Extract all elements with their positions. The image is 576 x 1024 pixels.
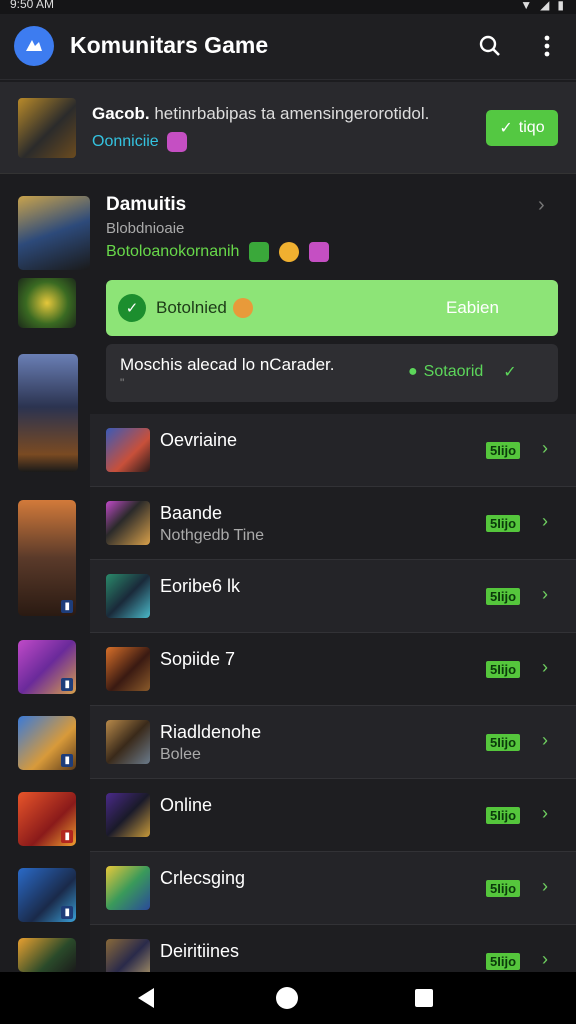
price-badge: 5Iijo (486, 734, 521, 751)
notice-subtext: " (120, 376, 125, 390)
notice-card[interactable]: Moschis alecad lo nCarader. " ● Sotaorid… (106, 344, 558, 402)
level-badge: ▮ (61, 754, 73, 767)
emoji-icon (232, 298, 253, 318)
price-badge: 5Iijo (486, 588, 521, 605)
check-circle-icon: ✓ (118, 294, 146, 322)
banner-text: Gacob. hetinrbabipas ta amensingerorotid… (92, 104, 430, 123)
list-item-title: Oevriaine (160, 430, 238, 450)
wifi-icon: ▼ (520, 0, 533, 12)
list-item-subtitle: Nothgedb Tine (160, 527, 265, 544)
detail-tags: Botoloanokornanih (106, 242, 330, 262)
price-badge: 5Iijo (486, 442, 521, 459)
price-badge: 5Iijo (486, 661, 521, 678)
notice-text: Moschis alecad lo nCarader. (120, 355, 335, 374)
game-thumbnail (106, 501, 150, 545)
chevron-right-icon[interactable]: › (542, 657, 548, 678)
shield-check-icon: ● (408, 363, 418, 380)
pink-badge-icon (166, 132, 187, 152)
chevron-right-icon[interactable]: › (542, 438, 548, 459)
status-card-label: Botolnied (156, 298, 227, 317)
list-item[interactable]: Online 5Iijo › (90, 779, 576, 852)
search-icon (479, 35, 500, 56)
chevron-right-icon[interactable]: › (542, 730, 548, 751)
chevron-right-icon[interactable]: › (542, 511, 548, 532)
back-icon[interactable] (138, 988, 154, 1008)
app-logo-icon[interactable] (14, 26, 54, 66)
list-item-title: Baande (160, 503, 223, 523)
avatar[interactable] (18, 196, 90, 270)
emoji-icon (279, 242, 300, 262)
game-emblem-icon[interactable] (18, 278, 76, 328)
detail-title: Damuitis (106, 194, 187, 215)
list-item-subtitle: Bolee (160, 746, 201, 763)
level-badge: ▮ (61, 830, 73, 843)
game-thumbnail (106, 720, 150, 764)
chevron-right-icon[interactable]: › (542, 949, 548, 970)
list-item-title: Crlecsging (160, 868, 246, 888)
detail-subtitle: Blobdnioaie (106, 220, 185, 237)
avatar[interactable]: ▮ (18, 500, 76, 616)
recents-icon[interactable] (415, 989, 433, 1007)
chevron-right-icon[interactable]: › (542, 584, 548, 605)
overflow-menu-button[interactable] (529, 28, 565, 64)
status-time: 9:50 AM (10, 0, 55, 11)
banner-game-image (18, 98, 76, 158)
system-nav-bar (0, 972, 576, 1024)
list-item[interactable]: Riadldenohe Bolee 5Iijo › (90, 706, 576, 779)
avatar[interactable] (18, 354, 78, 472)
list-item-title: Online (160, 795, 213, 815)
game-list: Oevriaine 5Iijo › Baande Nothgedb Tine 5… (90, 414, 576, 985)
level-badge: ▮ (61, 600, 73, 613)
status-icons: ▼ ◢ ▮ (520, 0, 564, 12)
home-icon[interactable] (276, 987, 298, 1009)
list-item-title: Sopiide 7 (160, 649, 236, 669)
avatar[interactable]: ▮ (18, 716, 76, 770)
battery-icon: ▮ (557, 0, 564, 12)
notice-status: ● Sotaorid ✓ (408, 363, 517, 381)
price-badge: 5Iijo (486, 880, 521, 897)
price-badge: 5Iijo (486, 953, 521, 970)
game-thumbnail (106, 647, 150, 691)
list-item[interactable]: Sopiide 7 5Iijo › (90, 633, 576, 706)
sidebar-avatars: ▮ ▮ ▮ ▮ ▮ (0, 176, 90, 972)
check-icon: ✓ (503, 364, 517, 381)
list-item-title: Eoribe6 lk (160, 576, 241, 596)
list-item[interactable]: Oevriaine 5Iijo › (90, 414, 576, 487)
more-vert-icon (544, 35, 550, 57)
avatar[interactable] (18, 938, 76, 972)
banner-action-button[interactable]: ✓ tiqo (486, 110, 558, 146)
page-title: Komunitars Game (70, 32, 269, 58)
price-badge: 5Iijo (486, 807, 521, 824)
leaf-icon (249, 242, 270, 262)
avatar[interactable]: ▮ (18, 792, 76, 846)
chevron-right-icon[interactable]: › (538, 194, 545, 217)
pink-badge-icon (309, 242, 330, 262)
signal-icon: ◢ (540, 0, 550, 12)
game-thumbnail (106, 428, 150, 472)
list-item-title: Deiritiines (160, 941, 240, 961)
chevron-right-icon[interactable]: › (542, 803, 548, 824)
level-badge: ▮ (61, 906, 73, 919)
list-item[interactable]: Baande Nothgedb Tine 5Iijo › (90, 487, 576, 560)
list-item[interactable]: Crlecsging 5Iijo › (90, 852, 576, 925)
check-icon: ✓ (499, 120, 513, 137)
price-badge: 5Iijo (486, 515, 521, 532)
banner-subtitle: Oonniciie (92, 132, 187, 152)
game-thumbnail (106, 574, 150, 618)
game-thumbnail (106, 866, 150, 910)
chevron-right-icon[interactable]: › (542, 876, 548, 897)
search-button[interactable] (472, 28, 508, 64)
game-thumbnail (106, 793, 150, 837)
list-item[interactable]: Eoribe6 lk 5Iijo › (90, 560, 576, 633)
status-bar: 9:50 AM ▼ ◢ ▮ (0, 0, 576, 14)
status-card-action[interactable]: Eabien (446, 298, 499, 318)
level-badge: ▮ (61, 678, 73, 691)
app-bar: Komunitars Game (0, 14, 576, 80)
list-item-title: Riadldenohe (160, 722, 262, 742)
avatar[interactable]: ▮ (18, 868, 76, 922)
avatar[interactable]: ▮ (18, 640, 76, 694)
status-card[interactable]: ✓ Botolnied Eabien (106, 280, 558, 336)
